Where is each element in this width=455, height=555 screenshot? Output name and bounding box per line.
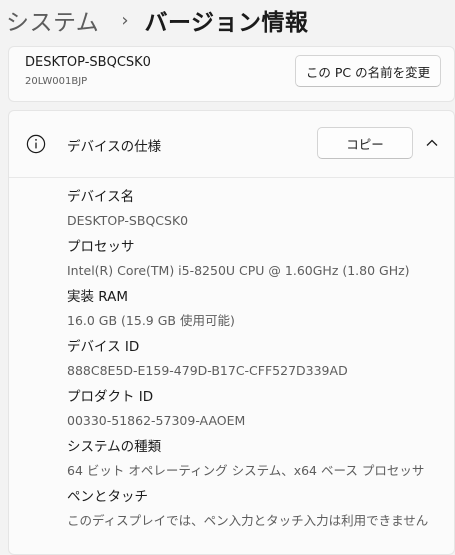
device-model: 20LW001BJP — [25, 76, 88, 87]
spec-value: このディスプレイでは、ペン入力とタッチ入力は利用できません — [67, 513, 429, 528]
spec-processor: プロセッサ Intel(R) Core(TM) i5-8250U CPU @ 1… — [67, 237, 454, 287]
spec-pen-touch: ペンとタッチ このディスプレイでは、ペン入力とタッチ入力は利用できません — [67, 487, 454, 537]
device-name-card: DESKTOP-SBQCSK0 20LW001BJP この PC の名前を変更 — [8, 46, 455, 102]
spec-label: デバイス ID — [67, 339, 140, 355]
spec-ram: 実装 RAM 16.0 GB (15.9 GB 使用可能) — [67, 287, 454, 337]
spec-value: 16.0 GB (15.9 GB 使用可能) — [67, 313, 235, 328]
spec-label: 実装 RAM — [67, 289, 129, 305]
info-icon — [26, 134, 46, 154]
page-title: バージョン情報 — [144, 10, 309, 36]
spec-value: 64 ビット オペレーティング システム、x64 ベース プロセッサ — [67, 463, 425, 478]
device-specs-header[interactable]: デバイスの仕様 コピー — [9, 111, 454, 178]
device-specs-card: デバイスの仕様 コピー デバイス名 DESKTOP-SBQCSK0 プロセッサ … — [8, 110, 455, 555]
spec-label: デバイス名 — [67, 189, 135, 205]
spec-value: DESKTOP-SBQCSK0 — [67, 213, 189, 228]
breadcrumb-separator-icon: › — [121, 9, 129, 31]
breadcrumb-system-link[interactable]: システム — [6, 3, 99, 37]
spec-value: 888C8E5D-E159-479D-B17C-CFF527D339AD — [67, 363, 348, 378]
spec-label: システムの種類 — [67, 439, 162, 455]
breadcrumb: システム › バージョン情報 — [6, 0, 309, 40]
spec-label: プロセッサ — [67, 239, 135, 255]
device-name: DESKTOP-SBQCSK0 — [25, 55, 151, 70]
spec-label: プロダクト ID — [67, 389, 154, 405]
chevron-up-icon[interactable] — [425, 136, 439, 150]
spec-value: 00330-51862-57309-AAOEM — [67, 413, 246, 428]
spec-value: Intel(R) Core(TM) i5-8250U CPU @ 1.60GHz… — [67, 263, 410, 278]
spec-device-id: デバイス ID 888C8E5D-E159-479D-B17C-CFF527D3… — [67, 337, 454, 387]
device-specs-title: デバイスの仕様 — [67, 139, 162, 155]
copy-button[interactable]: コピー — [317, 127, 413, 159]
spec-product-id: プロダクト ID 00330-51862-57309-AAOEM — [67, 387, 454, 437]
spec-system-type: システムの種類 64 ビット オペレーティング システム、x64 ベース プロセ… — [67, 437, 454, 487]
spec-label: ペンとタッチ — [67, 489, 148, 505]
rename-pc-button[interactable]: この PC の名前を変更 — [295, 55, 441, 87]
device-specs-list: デバイス名 DESKTOP-SBQCSK0 プロセッサ Intel(R) Cor… — [67, 187, 454, 537]
spec-device-name: デバイス名 DESKTOP-SBQCSK0 — [67, 187, 454, 237]
